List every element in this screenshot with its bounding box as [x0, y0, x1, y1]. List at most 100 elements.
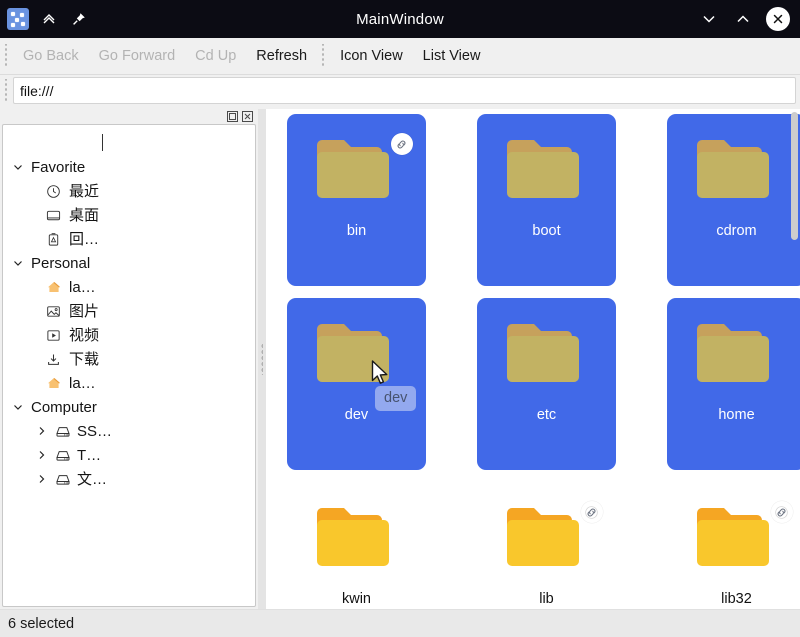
close-button[interactable]: [766, 7, 790, 31]
toolbar-section-handle[interactable]: [319, 44, 329, 68]
list-view-button[interactable]: List View: [413, 42, 491, 70]
folder-icon: [309, 315, 405, 393]
file-name: bin: [346, 223, 367, 239]
file-name: lib: [539, 591, 554, 607]
folder-icon: [499, 315, 595, 393]
sidebar-item-pictures[interactable]: 图片: [3, 299, 255, 323]
file-name: lib32: [721, 591, 752, 607]
title-bar: MainWindow: [0, 0, 800, 38]
file-item-dev[interactable]: dev dev: [287, 298, 426, 470]
file-name: dev: [344, 407, 369, 423]
sidebar-item-label: 桌面: [69, 206, 100, 224]
file-item-kwin[interactable]: kwin: [287, 482, 426, 609]
status-bar: 6 selected: [0, 609, 800, 637]
file-item-bin[interactable]: bin: [287, 114, 426, 286]
go-forward-button[interactable]: Go Forward: [89, 42, 186, 70]
go-back-button[interactable]: Go Back: [13, 42, 89, 70]
toolbar: Go Back Go Forward Cd Up Refresh Icon Vi…: [0, 38, 800, 75]
drive-icon: [54, 423, 71, 440]
file-item-cdrom[interactable]: cdrom: [667, 114, 800, 286]
status-text: 6 selected: [8, 615, 75, 632]
cd-up-button[interactable]: Cd Up: [185, 42, 246, 70]
sidebar-group-label: Computer: [31, 398, 97, 416]
icon-view-button[interactable]: Icon View: [330, 42, 413, 70]
file-item-lib[interactable]: lib: [477, 482, 616, 609]
sidebar-item-drive-ssd[interactable]: SS…: [3, 419, 255, 443]
chevron-down-icon: [11, 161, 24, 174]
file-item-etc[interactable]: etc: [477, 298, 616, 470]
folder-icon: [689, 315, 785, 393]
tree-filter-input[interactable]: [3, 129, 255, 155]
file-name: etc: [536, 407, 557, 423]
fileview-scrollbar[interactable]: [791, 109, 798, 609]
float-window-icon[interactable]: [226, 111, 238, 123]
sidebar-item-home-2[interactable]: la…: [3, 371, 255, 395]
sidebar-item-label: 最近: [69, 182, 100, 200]
chevron-right-icon[interactable]: [35, 473, 48, 486]
drive-icon: [54, 447, 71, 464]
sidebar-item-label: 视频: [69, 326, 100, 344]
clock-icon: [45, 183, 62, 200]
chevron-right-icon[interactable]: [35, 449, 48, 462]
window-controls: [698, 7, 800, 31]
file-item-lib32[interactable]: lib32: [667, 482, 800, 609]
sidebar-group-favorite[interactable]: Favorite: [3, 155, 255, 179]
sidebar-group-personal[interactable]: Personal: [3, 251, 255, 275]
sidebar-item-desktop[interactable]: 桌面: [3, 203, 255, 227]
sidebar-splitter[interactable]: [258, 109, 266, 609]
dice-app-icon[interactable]: [7, 8, 29, 30]
sidebar-item-drive-t[interactable]: T…: [3, 443, 255, 467]
sidebar-item-label: la…: [69, 278, 96, 296]
file-icon-view[interactable]: bin boot cdrom dev dev etc home kwin lib…: [266, 109, 800, 609]
dock-header: [2, 109, 256, 124]
folder-icon: [689, 131, 785, 209]
sidebar-item-label: la…: [69, 374, 96, 392]
folder-icon: [499, 131, 595, 209]
refresh-button[interactable]: Refresh: [246, 42, 317, 70]
places-tree[interactable]: Favorite 最近 桌面 回… Personal la… 图片 视频 下载 …: [2, 124, 256, 607]
folder-icon: [309, 499, 405, 577]
sidebar-item-label: 图片: [69, 302, 100, 320]
maximize-button[interactable]: [732, 8, 754, 30]
file-name: kwin: [341, 591, 371, 607]
urlbar-drag-handle[interactable]: [2, 78, 11, 103]
drive-icon: [54, 471, 71, 488]
file-item-home[interactable]: home: [667, 298, 800, 470]
sidebar-item-label: SS…: [77, 422, 113, 440]
close-panel-icon[interactable]: [241, 111, 253, 123]
scrollbar-thumb[interactable]: [791, 112, 798, 240]
window-title: MainWindow: [356, 10, 444, 28]
file-name: home: [718, 407, 755, 423]
sidebar-item-home[interactable]: la…: [3, 275, 255, 299]
sidebar-group-computer[interactable]: Computer: [3, 395, 255, 419]
sidebar-item-recent[interactable]: 最近: [3, 179, 255, 203]
sidebar-item-videos[interactable]: 视频: [3, 323, 255, 347]
main-window: MainWindow Go Back Go Forward Cd Up Refr…: [0, 0, 800, 637]
sidebar-item-downloads[interactable]: 下载: [3, 347, 255, 371]
file-item-boot[interactable]: boot: [477, 114, 616, 286]
file-tooltip: dev: [375, 386, 417, 411]
url-input[interactable]: file:///: [13, 77, 796, 104]
chevron-up-double-icon[interactable]: [39, 9, 59, 29]
symlink-badge-icon: [580, 501, 603, 523]
toolbar-drag-handle[interactable]: [2, 44, 11, 68]
home-icon: [45, 375, 62, 392]
url-bar-row: file:///: [0, 75, 800, 109]
sidebar-item-drive-doc[interactable]: 文…: [3, 467, 255, 491]
sidebar-item-label: T…: [77, 446, 102, 464]
minimize-button[interactable]: [698, 8, 720, 30]
sidebar-item-label: 下载: [69, 350, 100, 368]
monitor-icon: [45, 207, 62, 224]
sidebar-dock: Favorite 最近 桌面 回… Personal la… 图片 视频 下载 …: [0, 109, 258, 609]
folder-icon: [689, 499, 793, 577]
pin-icon[interactable]: [69, 9, 89, 29]
sidebar-group-label: Favorite: [31, 158, 86, 176]
sidebar-item-trash[interactable]: 回…: [3, 227, 255, 251]
sidebar-item-label: 文…: [77, 470, 108, 488]
splitter-grip: [261, 343, 263, 375]
chevron-down-icon: [11, 257, 24, 270]
trash-icon: [45, 231, 62, 248]
file-name: boot: [532, 223, 561, 239]
chevron-right-icon[interactable]: [35, 425, 48, 438]
symlink-badge-icon: [390, 133, 413, 155]
